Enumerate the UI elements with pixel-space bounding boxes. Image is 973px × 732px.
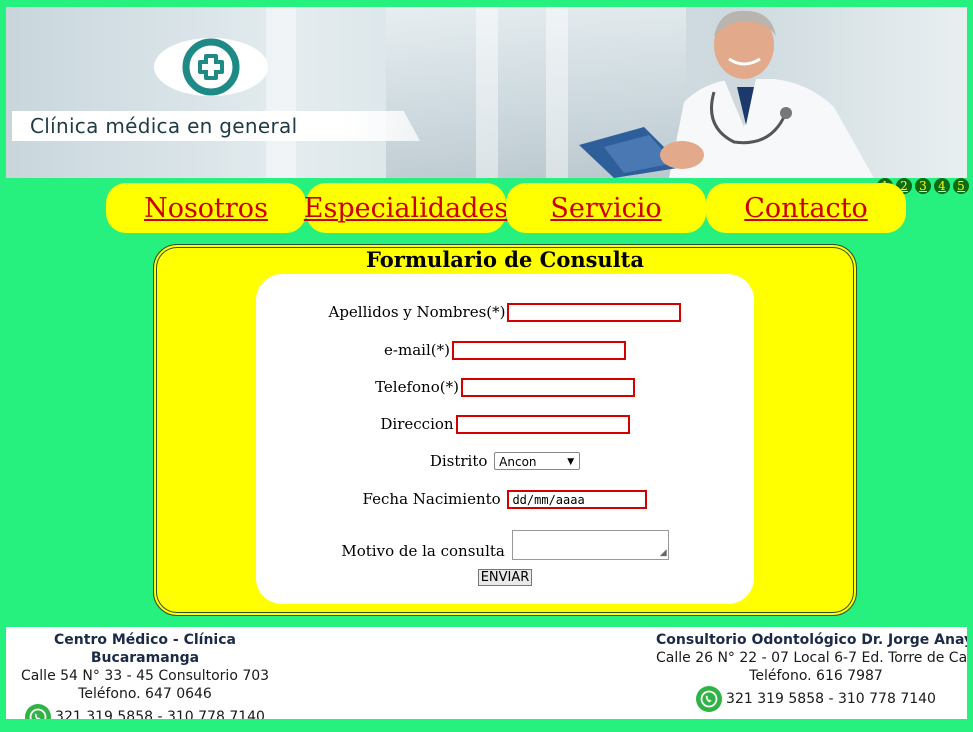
field-row-email: e-mail(*)	[256, 340, 754, 360]
fecha-label: Fecha Nacimiento	[362, 490, 501, 508]
banner-panel	[476, 7, 498, 178]
enviar-button[interactable]: ENVIAR	[477, 569, 533, 586]
nav-contacto[interactable]: Contacto	[706, 183, 906, 233]
location-phone: Teléfono. 647 0646	[78, 686, 212, 702]
consulta-form: Apellidos y Nombres(*) e-mail(*) Telefon…	[256, 274, 754, 604]
field-row-motivo: Motivo de la consulta ◢	[256, 530, 754, 560]
field-row-fecha: Fecha Nacimiento dd/mm/aaaa	[256, 489, 754, 509]
location-name: Centro Médico - Clínica Bucaramanga	[54, 632, 236, 666]
location-mobile: 321 319 5858 - 310 778 7140	[55, 709, 265, 719]
footer-location-right: Consultorio Odontológico Dr. Jorge Anaya…	[656, 631, 967, 712]
nav-especialidades[interactable]: Especialidades	[304, 183, 508, 233]
field-row-direccion: Direccion	[256, 414, 754, 434]
medical-cross-logo-icon	[154, 38, 268, 96]
location-address: Calle 54 N° 33 - 45 Consultorio 703	[20, 668, 270, 684]
footer-location-left: Centro Médico - Clínica Bucaramanga Call…	[14, 631, 276, 719]
doctor-photo	[579, 10, 874, 178]
distrito-label: Distrito	[429, 452, 488, 470]
distrito-select[interactable]: Ancon ▼	[494, 452, 581, 470]
main-nav: Nosotros Especialidades Servicio Contact…	[106, 183, 906, 233]
form-title: Formulario de Consulta	[366, 247, 644, 272]
banner-panel	[266, 7, 296, 178]
consulta-form-box: Formulario de Consulta Apellidos y Nombr…	[153, 244, 857, 616]
header-banner: Clínica médica en general	[6, 7, 967, 178]
slider-page-5[interactable]: 5	[953, 178, 969, 194]
nombres-label: Apellidos y Nombres(*)	[328, 303, 506, 321]
nav-servicio[interactable]: Servicio	[506, 183, 706, 233]
slider-page-4[interactable]: 4	[934, 178, 950, 194]
nombres-input[interactable]	[507, 302, 682, 322]
select-caret-icon: ▼	[567, 457, 575, 467]
distrito-selected-value: Ancon	[499, 455, 537, 469]
brand-text: Clínica médica en general	[12, 111, 420, 141]
slider-page-3[interactable]: 3	[915, 178, 931, 194]
location-mobile: 321 319 5858 - 310 778 7140	[726, 691, 936, 707]
banner-panel	[546, 7, 568, 178]
field-row-distrito: Distrito Ancon ▼	[256, 451, 754, 470]
resize-grip-icon[interactable]: ◢	[660, 549, 667, 558]
motivo-textarea[interactable]: ◢	[511, 530, 669, 560]
footer: Centro Médico - Clínica Bucaramanga Call…	[6, 627, 967, 719]
motivo-label: Motivo de la consulta	[341, 542, 505, 560]
email-input[interactable]	[451, 340, 626, 360]
telefono-label: Telefono(*)	[375, 378, 459, 396]
direccion-input[interactable]	[455, 414, 630, 434]
direccion-label: Direccion	[380, 415, 454, 433]
nav-nosotros[interactable]: Nosotros	[106, 183, 306, 233]
email-label: e-mail(*)	[384, 341, 450, 359]
field-row-nombres: Apellidos y Nombres(*)	[256, 302, 754, 322]
telefono-input[interactable]	[460, 377, 635, 397]
whatsapp-icon	[25, 704, 52, 719]
location-name: Consultorio Odontológico Dr. Jorge Anaya	[656, 632, 967, 648]
fecha-input[interactable]: dd/mm/aaaa	[507, 489, 648, 509]
location-address: Calle 26 N° 22 - 07 Local 6-7 Ed. Torre …	[656, 650, 967, 666]
location-phone: Teléfono. 616 7987	[749, 668, 883, 684]
whatsapp-icon	[696, 686, 723, 712]
submit-row: ENVIAR	[256, 567, 754, 586]
field-row-telefono: Telefono(*)	[256, 377, 754, 397]
